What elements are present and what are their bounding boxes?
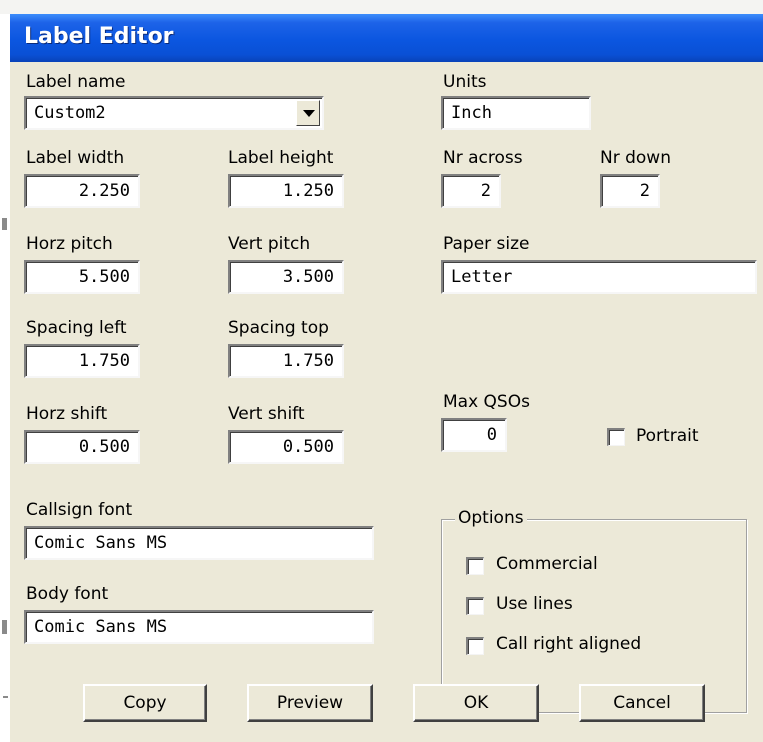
units-field[interactable]: Inch [441, 96, 591, 130]
call-right-aligned-checkbox[interactable] [466, 637, 484, 655]
label-editor-dialog: Label Editor Label name Custom2 Units In… [10, 14, 763, 742]
vert-pitch-label: Vert pitch [228, 234, 311, 254]
max-qsos-label: Max QSOs [443, 392, 530, 412]
label-width-field[interactable]: 2.250 [24, 174, 140, 208]
nr-down-label: Nr down [600, 148, 671, 168]
call-right-aligned-label[interactable]: Call right aligned [496, 634, 641, 654]
window-title: Label Editor [24, 24, 174, 49]
ok-button[interactable]: OK [413, 684, 539, 722]
horz-shift-label: Horz shift [26, 404, 108, 424]
paper-size-field[interactable]: Letter [441, 260, 757, 294]
label-height-field[interactable]: 1.250 [228, 174, 344, 208]
vert-shift-label: Vert shift [228, 404, 305, 424]
background-fragment [2, 620, 7, 634]
nr-across-label: Nr across [443, 148, 523, 168]
chevron-down-icon [303, 110, 315, 117]
horz-pitch-label: Horz pitch [26, 234, 113, 254]
spacing-top-field[interactable]: 1.750 [228, 344, 344, 378]
horz-pitch-field[interactable]: 5.500 [24, 260, 140, 294]
nr-across-field[interactable]: 2 [441, 174, 501, 208]
label-name-label: Label name [26, 72, 126, 92]
commercial-label[interactable]: Commercial [496, 554, 598, 574]
preview-button[interactable]: Preview [247, 684, 373, 722]
background-app-strip [0, 0, 763, 14]
body-font-field[interactable]: Comic Sans MS [24, 610, 374, 644]
vert-shift-field[interactable]: 0.500 [228, 430, 344, 464]
cancel-button[interactable]: Cancel [579, 684, 705, 722]
label-width-label: Label width [26, 148, 125, 168]
horz-shift-field[interactable]: 0.500 [24, 430, 140, 464]
title-bar[interactable]: Label Editor [10, 14, 763, 62]
options-group-title: Options [455, 508, 527, 528]
nr-down-field[interactable]: 2 [600, 174, 660, 208]
use-lines-checkbox[interactable] [466, 597, 484, 615]
callsign-font-field[interactable]: Comic Sans MS [24, 526, 374, 560]
vert-pitch-field[interactable]: 3.500 [228, 260, 344, 294]
spacing-left-label: Spacing left [26, 318, 127, 338]
paper-size-label: Paper size [443, 234, 530, 254]
label-name-combobox[interactable]: Custom2 [24, 96, 324, 130]
use-lines-label[interactable]: Use lines [496, 594, 573, 614]
spacing-left-field[interactable]: 1.750 [24, 344, 140, 378]
label-name-dropdown-button[interactable] [296, 100, 320, 126]
max-qsos-field[interactable]: 0 [441, 418, 507, 452]
callsign-font-label: Callsign font [26, 500, 133, 520]
dialog-client-area: Label name Custom2 Units Inch Label widt… [10, 62, 763, 742]
portrait-label[interactable]: Portrait [636, 426, 699, 446]
units-label: Units [443, 72, 487, 92]
portrait-checkbox[interactable] [607, 428, 625, 446]
label-height-label: Label height [228, 148, 334, 168]
body-font-label: Body font [26, 584, 109, 604]
spacing-top-label: Spacing top [228, 318, 329, 338]
copy-button[interactable]: Copy [83, 684, 207, 722]
commercial-checkbox[interactable] [466, 557, 484, 575]
background-fragment [3, 696, 8, 698]
background-fragment [2, 218, 7, 230]
label-name-value: Custom2 [34, 103, 106, 123]
